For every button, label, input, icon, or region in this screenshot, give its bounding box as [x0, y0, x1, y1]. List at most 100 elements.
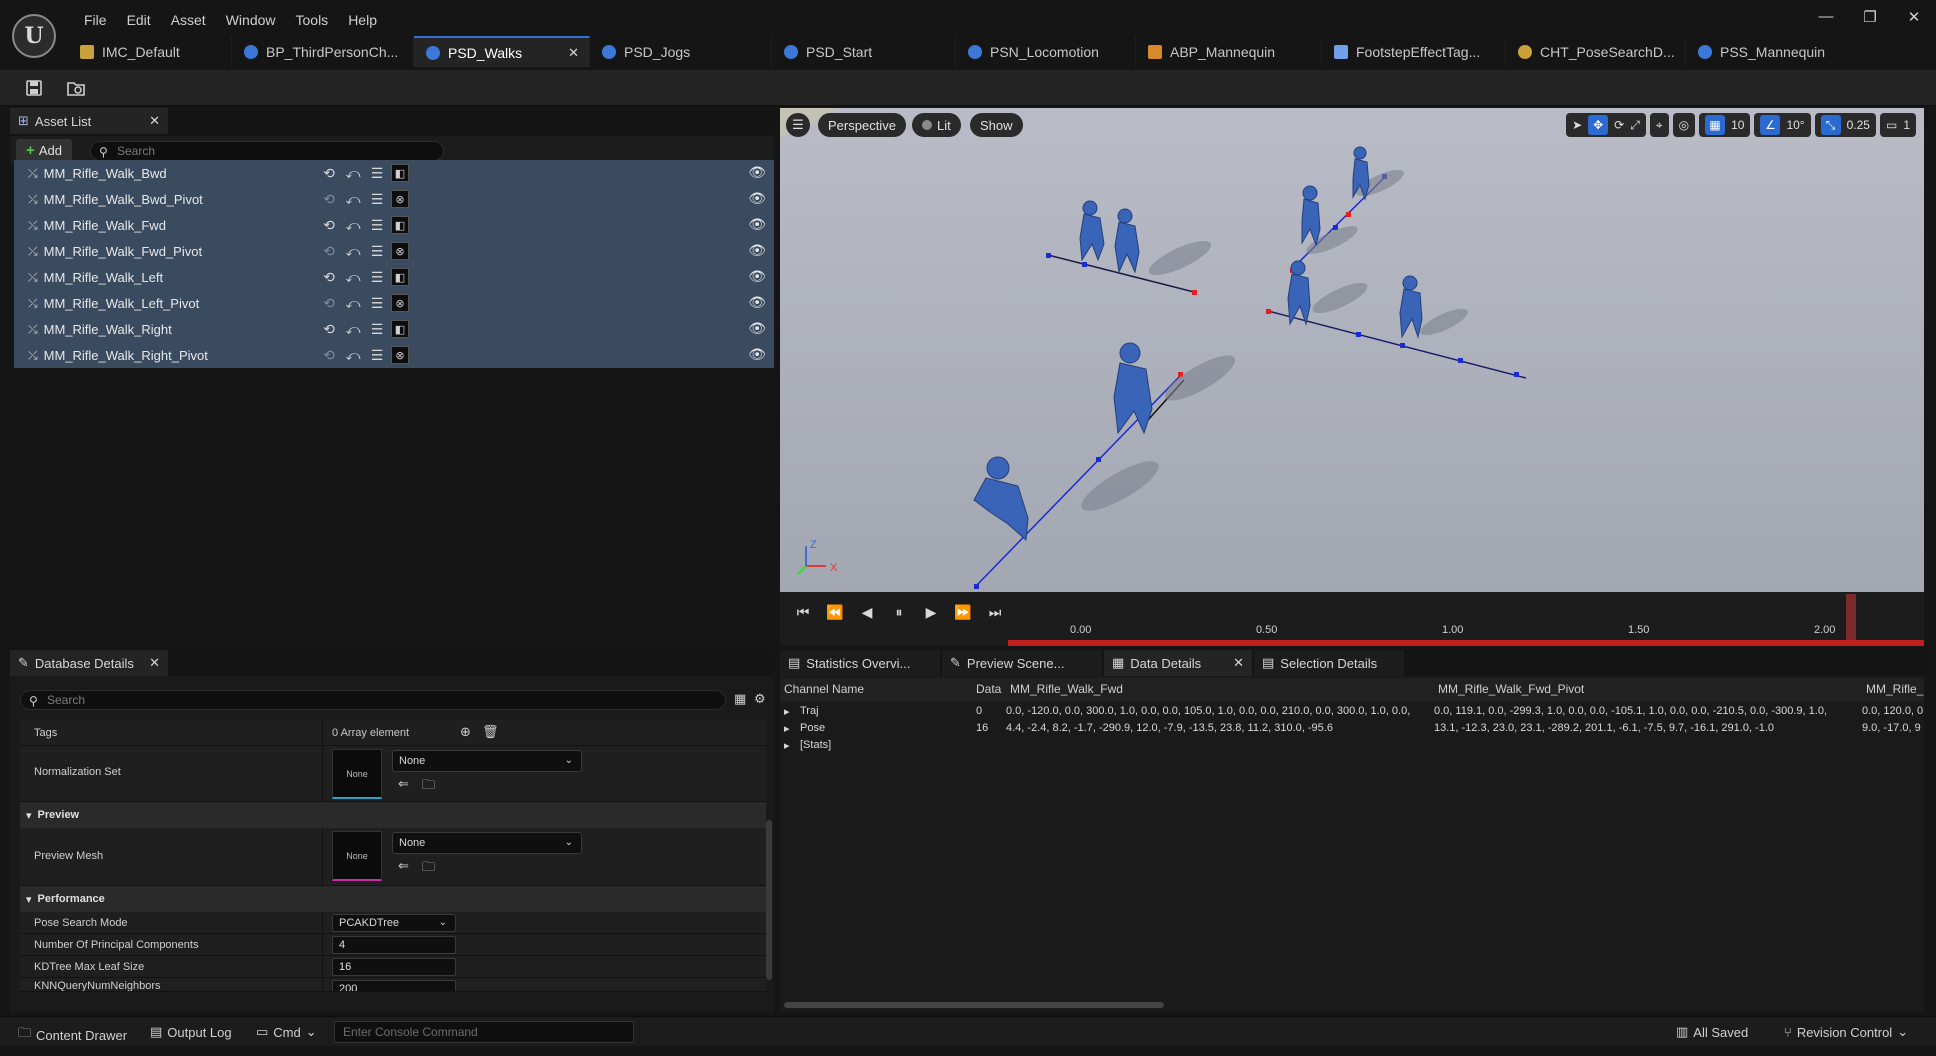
- menu-tools[interactable]: Tools: [286, 10, 339, 30]
- settings-list-icon[interactable]: ☰: [367, 190, 387, 208]
- mirror-both-icon[interactable]: ⊗: [391, 294, 409, 312]
- root-motion-icon[interactable]: ⤺: [343, 242, 363, 260]
- details-scrollbar[interactable]: [766, 820, 772, 980]
- list-item[interactable]: ⤯ MM_Rifle_Walk_Left ⟲ ⤺ ☰ ◧ 👁: [14, 264, 774, 290]
- add-button[interactable]: + Add: [16, 139, 72, 161]
- root-motion-icon[interactable]: ⤺: [343, 268, 363, 286]
- menu-edit[interactable]: Edit: [117, 10, 161, 30]
- preview-section-header[interactable]: ▾ Preview: [20, 802, 766, 828]
- eye-icon[interactable]: 👁: [748, 190, 766, 207]
- knn-neighbors-field[interactable]: 200: [332, 980, 456, 991]
- tab-cht-posesearch[interactable]: CHT_PoseSearchD...: [1506, 36, 1686, 67]
- mirror-both-icon[interactable]: ⊗: [391, 242, 409, 260]
- num-principal-components-field[interactable]: 4: [332, 936, 456, 954]
- browse-icon[interactable]: 🗀: [422, 776, 435, 798]
- perspective-button[interactable]: Perspective: [818, 113, 906, 137]
- list-item[interactable]: ⤯ MM_Rifle_Walk_Left_Pivot ⟲ ⤺ ☰ ⊗ 👁: [14, 290, 774, 316]
- preview-mesh-combo[interactable]: None ⌄: [392, 832, 582, 854]
- table-row[interactable]: ▸ Traj 0 0.0, -120.0, 0.0, 300.0, 1.0, 0…: [780, 704, 1924, 720]
- add-element-icon[interactable]: ⊕: [460, 724, 471, 740]
- root-motion-icon[interactable]: ⤺: [343, 190, 363, 208]
- lit-button[interactable]: Lit: [912, 113, 961, 137]
- menu-help[interactable]: Help: [338, 10, 387, 30]
- loop-icon[interactable]: ⟲: [319, 190, 339, 208]
- browse-icon[interactable]: 🗀: [422, 858, 435, 880]
- select-icon[interactable]: ➤: [1572, 118, 1582, 132]
- settings-list-icon[interactable]: ☰: [367, 216, 387, 234]
- playhead[interactable]: [1846, 594, 1856, 640]
- mirror-icon[interactable]: ◧: [391, 320, 409, 338]
- tab-psn-locomotion[interactable]: PSN_Locomotion: [956, 36, 1136, 67]
- root-motion-icon[interactable]: ⤺: [343, 294, 363, 312]
- menu-window[interactable]: Window: [216, 10, 286, 30]
- table-row[interactable]: ▸ Pose 16 4.4, -2.4, 8.2, -1.7, -290.9, …: [780, 721, 1924, 737]
- gear-icon[interactable]: ⚙: [754, 691, 766, 707]
- viewport-menu-button[interactable]: ☰: [786, 113, 810, 137]
- settings-list-icon[interactable]: ☰: [367, 294, 387, 312]
- tab-database-details[interactable]: ✎ Database Details ✕: [10, 650, 168, 676]
- content-drawer-button[interactable]: 🗀 Content Drawer: [18, 1024, 127, 1046]
- tab-pss-mannequin[interactable]: PSS_Mannequin: [1686, 36, 1856, 67]
- column-header[interactable]: MM_Rifle_Walk_Fwd_Pivot: [1438, 682, 1584, 696]
- trash-icon[interactable]: 🗑: [482, 724, 499, 740]
- loop-icon[interactable]: ⟲: [319, 216, 339, 234]
- pause-icon[interactable]: ⏸: [888, 604, 910, 621]
- column-header[interactable]: Channel Name: [784, 682, 864, 696]
- show-button[interactable]: Show: [970, 113, 1023, 137]
- settings-list-icon[interactable]: ☰: [367, 346, 387, 364]
- loop-icon[interactable]: ⟲: [319, 164, 339, 182]
- close-window-icon[interactable]: ✕: [1892, 8, 1936, 26]
- loop-icon[interactable]: ⟲: [319, 346, 339, 364]
- close-tab-icon[interactable]: ✕: [568, 45, 579, 61]
- scale-snap[interactable]: ⤡ 0.25: [1814, 113, 1876, 137]
- save-icon[interactable]: [22, 76, 46, 100]
- settings-list-icon[interactable]: ☰: [367, 242, 387, 260]
- surface-snap[interactable]: ⌖: [1649, 113, 1669, 137]
- all-saved-button[interactable]: ▥ All Saved: [1676, 1024, 1748, 1040]
- tab-psd-jogs[interactable]: PSD_Jogs: [590, 36, 772, 67]
- asset-search-input[interactable]: ⚲ Search: [90, 141, 444, 161]
- mirror-icon[interactable]: ◧: [391, 164, 409, 182]
- browse-icon[interactable]: [64, 76, 88, 100]
- use-selected-icon[interactable]: ⇐: [398, 776, 409, 792]
- revision-control-button[interactable]: ⑂ Revision Control ⌄: [1784, 1024, 1908, 1040]
- eye-icon[interactable]: 👁: [748, 320, 766, 337]
- eye-icon[interactable]: 👁: [748, 164, 766, 181]
- list-item[interactable]: ⤯ MM_Rifle_Walk_Right ⟲ ⤺ ☰ ◧ 👁: [14, 316, 774, 342]
- column-header[interactable]: MM_Rifle_: [1866, 682, 1923, 696]
- kdtree-max-leaf-field[interactable]: 16: [332, 958, 456, 976]
- step-back-icon[interactable]: ⏪: [824, 604, 846, 621]
- asset-thumbnail[interactable]: None: [332, 831, 382, 881]
- list-item[interactable]: ⤯ MM_Rifle_Walk_Bwd ⟲ ⤺ ☰ ◧ 👁: [14, 160, 774, 186]
- asset-thumbnail[interactable]: None: [332, 749, 382, 799]
- world-local[interactable]: ◎: [1672, 113, 1696, 137]
- normalization-set-combo[interactable]: None ⌄: [392, 750, 582, 772]
- list-item[interactable]: ⤯ MM_Rifle_Walk_Fwd_Pivot ⟲ ⤺ ☰ ⊗ 👁: [14, 238, 774, 264]
- eye-icon[interactable]: 👁: [748, 242, 766, 259]
- tab-data-details[interactable]: ▦ Data Details ✕: [1104, 650, 1252, 676]
- tab-footstep-effect[interactable]: FootstepEffectTag...: [1322, 36, 1506, 67]
- column-header[interactable]: MM_Rifle_Walk_Fwd: [1010, 682, 1123, 696]
- tab-imc-default[interactable]: IMC_Default: [68, 36, 232, 67]
- close-panel-icon[interactable]: ✕: [1233, 655, 1244, 671]
- timeline-ruler[interactable]: [1008, 640, 1924, 646]
- column-header[interactable]: Data: [976, 682, 1001, 696]
- root-motion-icon[interactable]: ⤺: [343, 216, 363, 234]
- tab-psd-start[interactable]: PSD_Start: [772, 36, 956, 67]
- skip-to-start-icon[interactable]: ⏮: [792, 604, 814, 621]
- settings-list-icon[interactable]: ☰: [367, 320, 387, 338]
- rotation-snap[interactable]: ∠ 10°: [1754, 113, 1811, 137]
- loop-icon[interactable]: ⟲: [319, 242, 339, 260]
- tab-asset-list[interactable]: ⊞ Asset List ✕: [10, 108, 168, 134]
- mirror-both-icon[interactable]: ⊗: [391, 346, 409, 364]
- pose-search-mode-combo[interactable]: PCAKDTree ⌄: [332, 914, 456, 932]
- list-item[interactable]: ⤯ MM_Rifle_Walk_Bwd_Pivot ⟲ ⤺ ☰ ⊗ 👁: [14, 186, 774, 212]
- loop-icon[interactable]: ⟲: [319, 294, 339, 312]
- list-item[interactable]: ⤯ MM_Rifle_Walk_Fwd ⟲ ⤺ ☰ ◧ 👁: [14, 212, 774, 238]
- settings-list-icon[interactable]: ☰: [367, 268, 387, 286]
- tab-statistics-overview[interactable]: ▤ Statistics Overvi...: [780, 650, 940, 676]
- loop-icon[interactable]: ⟲: [319, 268, 339, 286]
- play-icon[interactable]: ▶: [920, 604, 942, 621]
- play-reverse-icon[interactable]: ◀: [856, 604, 878, 621]
- grid-snap[interactable]: ▦ 10: [1699, 113, 1751, 137]
